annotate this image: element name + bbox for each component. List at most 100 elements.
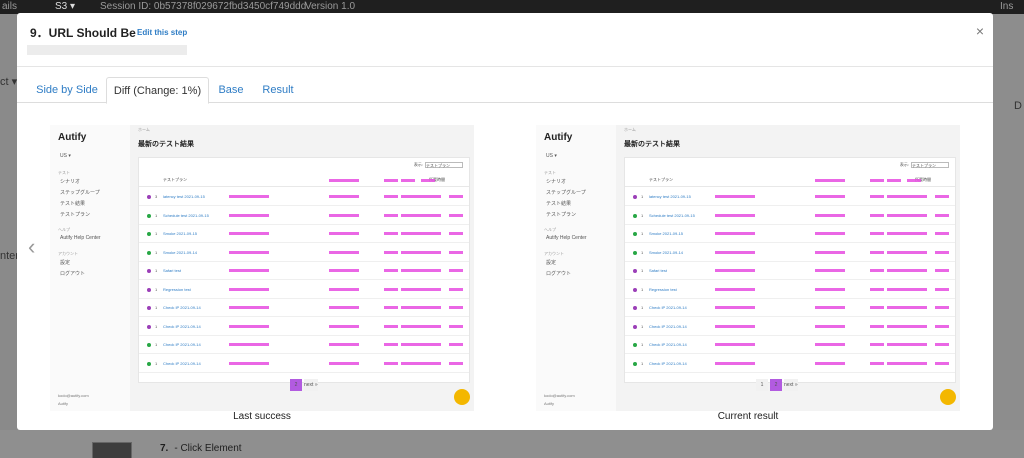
test-plan-link[interactable]: Check IP 2021-09-14 — [649, 361, 687, 366]
tab-diff[interactable]: Diff (Change: 1%) — [106, 77, 209, 104]
background-topbar: ails S3 ▾ Session ID: 0b57378f029672fbd3… — [0, 0, 1024, 14]
table-row[interactable]: 1 Regression test — [625, 281, 955, 299]
sidebar-section-heading: アカウント — [544, 251, 564, 256]
test-plan-link[interactable]: Check IP 2021-09-14 — [163, 342, 201, 347]
pagination-item[interactable]: next » — [304, 379, 318, 391]
test-plan-link[interactable]: Regression test — [649, 287, 677, 292]
table-row[interactable]: 1 Schedule test 2021-09-15 — [139, 207, 469, 225]
diff-highlight — [229, 343, 269, 346]
diff-highlight — [384, 269, 398, 272]
table-row[interactable]: 1 Check IP 2021-09-14 — [139, 318, 469, 336]
last-success-screenshot[interactable]: Autify US ▾ テスト シナリオ ステップグループ テスト結果 テストプラン ヘルプ A… — [50, 125, 474, 411]
table-row[interactable]: 1 Check IP 2021-09-14 — [625, 355, 955, 373]
diff-highlight — [229, 287, 269, 291]
diff-highlight — [449, 269, 463, 272]
table-row[interactable]: 1 Check IP 2021-09-14 — [625, 299, 955, 317]
diff-highlight — [715, 361, 755, 365]
test-plan-link[interactable]: Schedule test 2021-09-15 — [649, 213, 695, 218]
diff-highlight — [401, 287, 441, 291]
diff-highlight — [449, 232, 463, 235]
diff-highlight — [329, 269, 359, 272]
table-row[interactable]: 1 Smoke 2021-09-15 — [139, 225, 469, 243]
pagination-item[interactable]: 1 — [756, 379, 768, 391]
test-plan-link[interactable]: latency test 2021-09-15 — [163, 194, 205, 199]
diff-highlight — [815, 213, 845, 217]
help-chat-icon[interactable] — [940, 389, 956, 405]
test-plan-link[interactable]: Check IP 2021-09-14 — [649, 324, 687, 329]
row-count: 1 — [155, 305, 158, 310]
table-row[interactable]: 1 Check IP 2021-09-14 — [139, 336, 469, 354]
bg-next-step: 7. - Click Element — [160, 443, 242, 454]
test-plan-link[interactable]: latency test 2021-09-15 — [649, 194, 691, 199]
test-plan-link[interactable]: Smoke 2021-09-14 — [163, 250, 197, 255]
status-dot — [633, 287, 637, 292]
diff-highlight — [815, 232, 845, 235]
table-row[interactable]: 1 Smoke 2021-09-14 — [139, 244, 469, 262]
table-row[interactable]: 1 Check IP 2021-09-14 — [625, 336, 955, 354]
pagination-item[interactable]: 2 — [290, 379, 302, 391]
diff-highlight — [907, 179, 921, 182]
table-row[interactable]: 1 Safari test — [625, 262, 955, 280]
diff-highlight — [715, 324, 755, 328]
status-dot — [633, 213, 637, 218]
test-plan-link[interactable]: Check IP 2021-09-14 — [649, 305, 687, 310]
test-plan-link[interactable]: Safari test — [163, 268, 181, 273]
table-row[interactable]: 1 Smoke 2021-09-15 — [625, 225, 955, 243]
table-row[interactable]: 1 Safari test — [139, 262, 469, 280]
previous-arrow-icon[interactable]: ‹ — [28, 234, 35, 260]
test-plan-link[interactable]: Safari test — [649, 268, 667, 273]
diff-highlight — [935, 287, 949, 291]
status-dot — [147, 232, 151, 236]
tab-side-by-side[interactable]: Side by Side — [26, 77, 108, 103]
tab-result[interactable]: Result — [257, 77, 299, 103]
test-plan-link[interactable]: Smoke 2021-09-15 — [649, 231, 683, 236]
table-row[interactable]: 1 Check IP 2021-09-14 — [139, 299, 469, 317]
filter-value: テストプラン — [911, 162, 949, 168]
table-row[interactable]: 1 Check IP 2021-09-14 — [139, 355, 469, 373]
diff-highlight — [401, 195, 441, 198]
pagination-item[interactable]: 2 — [770, 379, 782, 391]
diff-highlight — [449, 195, 463, 198]
test-plan-link[interactable]: Regression test — [163, 287, 191, 292]
row-count: 1 — [641, 342, 644, 347]
table-row[interactable]: 1 Check IP 2021-09-14 — [625, 318, 955, 336]
test-plan-link[interactable]: Check IP 2021-09-14 — [163, 305, 201, 310]
edit-step-link[interactable]: Edit this step — [137, 28, 187, 37]
status-dot — [633, 343, 637, 347]
diff-highlight — [715, 343, 755, 346]
row-count: 1 — [155, 342, 158, 347]
bg-right-text: D — [1014, 100, 1022, 112]
help-chat-icon[interactable] — [454, 389, 470, 405]
test-plan-link[interactable]: Schedule test 2021-09-15 — [163, 213, 209, 218]
table-row[interactable]: 1 latency test 2021-09-15 — [625, 188, 955, 206]
row-count: 1 — [641, 231, 644, 236]
diff-highlight — [815, 306, 845, 309]
status-dot — [633, 195, 637, 199]
test-plan-link[interactable]: Check IP 2021-09-14 — [163, 361, 201, 366]
table-row[interactable]: 1 Regression test — [139, 281, 469, 299]
table-row[interactable]: 1 Smoke 2021-09-14 — [625, 244, 955, 262]
sidebar-section-heading: テスト — [58, 170, 70, 175]
diff-highlight — [384, 232, 398, 235]
diff-highlight — [449, 287, 463, 291]
diff-highlight — [401, 269, 441, 272]
table-row[interactable]: 3 latency test 2021-09-15 — [139, 188, 469, 206]
diff-highlight — [329, 361, 359, 365]
test-plan-link[interactable]: Check IP 2021-09-14 — [649, 342, 687, 347]
diff-highlight — [384, 324, 398, 328]
diff-highlight — [401, 179, 415, 182]
table-row[interactable]: 1 Schedule test 2021-09-15 — [625, 207, 955, 225]
test-plan-link[interactable]: Check IP 2021-09-14 — [163, 324, 201, 329]
diff-highlight — [384, 250, 398, 254]
status-dot — [147, 250, 151, 255]
sidebar-item: シナリオ — [546, 179, 567, 185]
diff-highlight — [449, 343, 463, 346]
test-plan-link[interactable]: Smoke 2021-09-14 — [649, 250, 683, 255]
tab-base[interactable]: Base — [211, 77, 251, 103]
pagination-item[interactable]: next » — [784, 379, 798, 391]
row-count: 1 — [641, 268, 644, 273]
test-plan-link[interactable]: Smoke 2021-09-15 — [163, 231, 197, 236]
current-result-screenshot[interactable]: Autify US ▾ テスト シナリオ ステップグループ テスト結果 テストプラン ヘルプ A… — [536, 125, 960, 411]
diff-highlight — [329, 343, 359, 346]
close-icon[interactable]: × — [976, 23, 984, 39]
